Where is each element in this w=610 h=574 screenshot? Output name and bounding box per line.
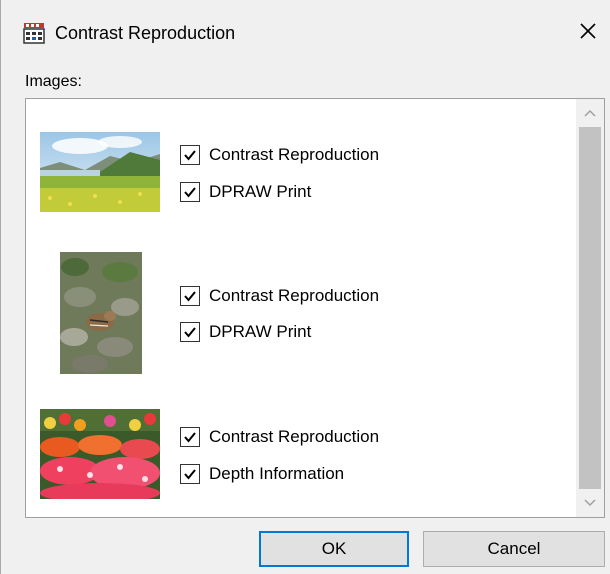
image1-option-dpraw-print[interactable]: DPRAW Print — [180, 180, 311, 204]
image-thumbnail-chipmunk — [60, 252, 142, 374]
printer-app-icon — [23, 22, 45, 44]
checkbox[interactable] — [180, 322, 200, 342]
image-thumbnail-flowers — [40, 409, 160, 499]
checkbox[interactable] — [180, 427, 200, 447]
checkmark-icon — [184, 291, 196, 302]
option-label: Contrast Reproduction — [209, 427, 380, 446]
scroll-up-button[interactable] — [576, 101, 604, 125]
close-button[interactable] — [571, 18, 605, 48]
contrast-reproduction-dialog: Contrast Reproduction Images: Contrast R… — [0, 0, 610, 574]
checkmark-icon — [184, 187, 196, 198]
option-label: DPRAW Print — [209, 322, 312, 341]
option-label: Depth Information — [209, 464, 345, 483]
image3-option-depth-information[interactable]: Depth Information — [180, 462, 344, 486]
checkmark-icon — [184, 327, 196, 338]
close-icon — [579, 22, 597, 45]
image2-option-contrast-reproduction[interactable]: Contrast Reproduction — [180, 284, 379, 308]
ok-button[interactable]: OK — [259, 531, 409, 567]
option-label: Contrast Reproduction — [209, 145, 380, 164]
option-label: DPRAW Print — [209, 182, 312, 201]
scroll-down-button[interactable] — [576, 491, 604, 515]
chevron-down-icon — [584, 499, 596, 507]
checkbox[interactable] — [180, 182, 200, 202]
vertical-scrollbar[interactable] — [576, 99, 604, 517]
option-label: Contrast Reproduction — [209, 286, 380, 305]
cancel-button[interactable]: Cancel — [423, 531, 605, 567]
image1-option-contrast-reproduction[interactable]: Contrast Reproduction — [180, 143, 379, 167]
image2-option-dpraw-print[interactable]: DPRAW Print — [180, 320, 311, 344]
checkmark-icon — [184, 432, 196, 443]
checkbox[interactable] — [180, 286, 200, 306]
images-label: Images: — [25, 73, 82, 90]
checkbox[interactable] — [180, 145, 200, 165]
image-thumbnail-landscape — [40, 132, 160, 212]
scrollbar-thumb[interactable] — [579, 127, 601, 489]
checkmark-icon — [184, 469, 196, 480]
window-title: Contrast Reproduction — [55, 23, 236, 43]
image-options-list[interactable]: Contrast Reproduction DPRAW Print Contra… — [25, 98, 605, 518]
image3-option-contrast-reproduction[interactable]: Contrast Reproduction — [180, 425, 379, 449]
title-bar: Contrast Reproduction — [1, 0, 610, 64]
chevron-up-icon — [584, 109, 596, 117]
checkmark-icon — [184, 150, 196, 161]
checkbox[interactable] — [180, 464, 200, 484]
